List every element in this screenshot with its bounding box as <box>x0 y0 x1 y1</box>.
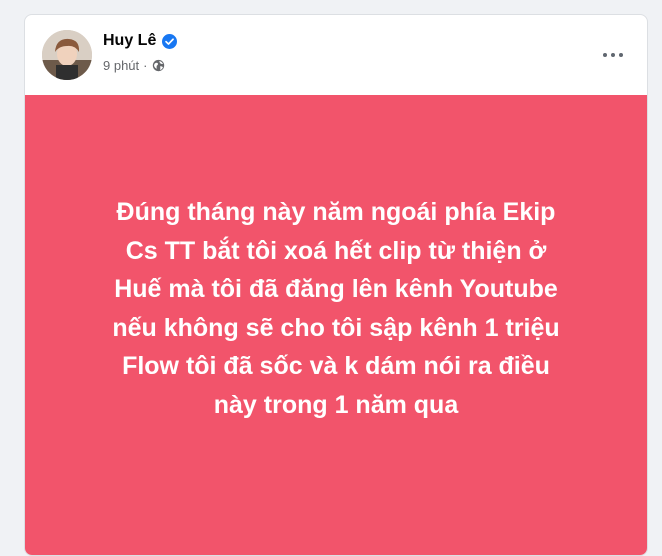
post-text-line: này trong 1 năm qua <box>213 390 459 419</box>
post-time[interactable]: 9 phút <box>103 58 139 73</box>
more-options-icon <box>619 53 623 57</box>
globe-icon[interactable] <box>152 59 165 72</box>
more-options-icon <box>603 53 607 57</box>
post-background: Đúng tháng này năm ngoái phía Ekip Cs TT… <box>25 95 647 555</box>
more-options-button[interactable] <box>595 37 631 73</box>
post-meta: 9 phút · <box>103 58 165 73</box>
post-card: Huy Lê 9 phút · Đúng tháng này năm ngoái… <box>24 14 648 556</box>
avatar-image <box>42 30 92 80</box>
author-name[interactable]: Huy Lê <box>103 32 156 50</box>
verified-badge-icon <box>162 33 178 49</box>
more-options-icon <box>611 53 615 57</box>
post-text-line: Huế mà tôi đã đăng lên kênh Youtube <box>114 275 558 303</box>
author-avatar[interactable] <box>42 30 92 80</box>
post-text-line: nếu không sẽ cho tôi sập kênh 1 triệu <box>112 313 560 342</box>
post-text-line: Đúng tháng này năm ngoái phía Ekip <box>116 198 556 226</box>
post-header: Huy Lê 9 phút · <box>25 15 647 95</box>
meta-separator: · <box>143 58 148 73</box>
post-text: Đúng tháng này năm ngoái phía Ekip Cs TT… <box>56 193 616 424</box>
author-row: Huy Lê <box>103 32 178 50</box>
post-text-line: Flow tôi đã sốc và k dám nói ra điều <box>122 352 550 380</box>
post-text-line: Cs TT bắt tôi xoá hết clip từ thiện ở <box>125 236 547 265</box>
